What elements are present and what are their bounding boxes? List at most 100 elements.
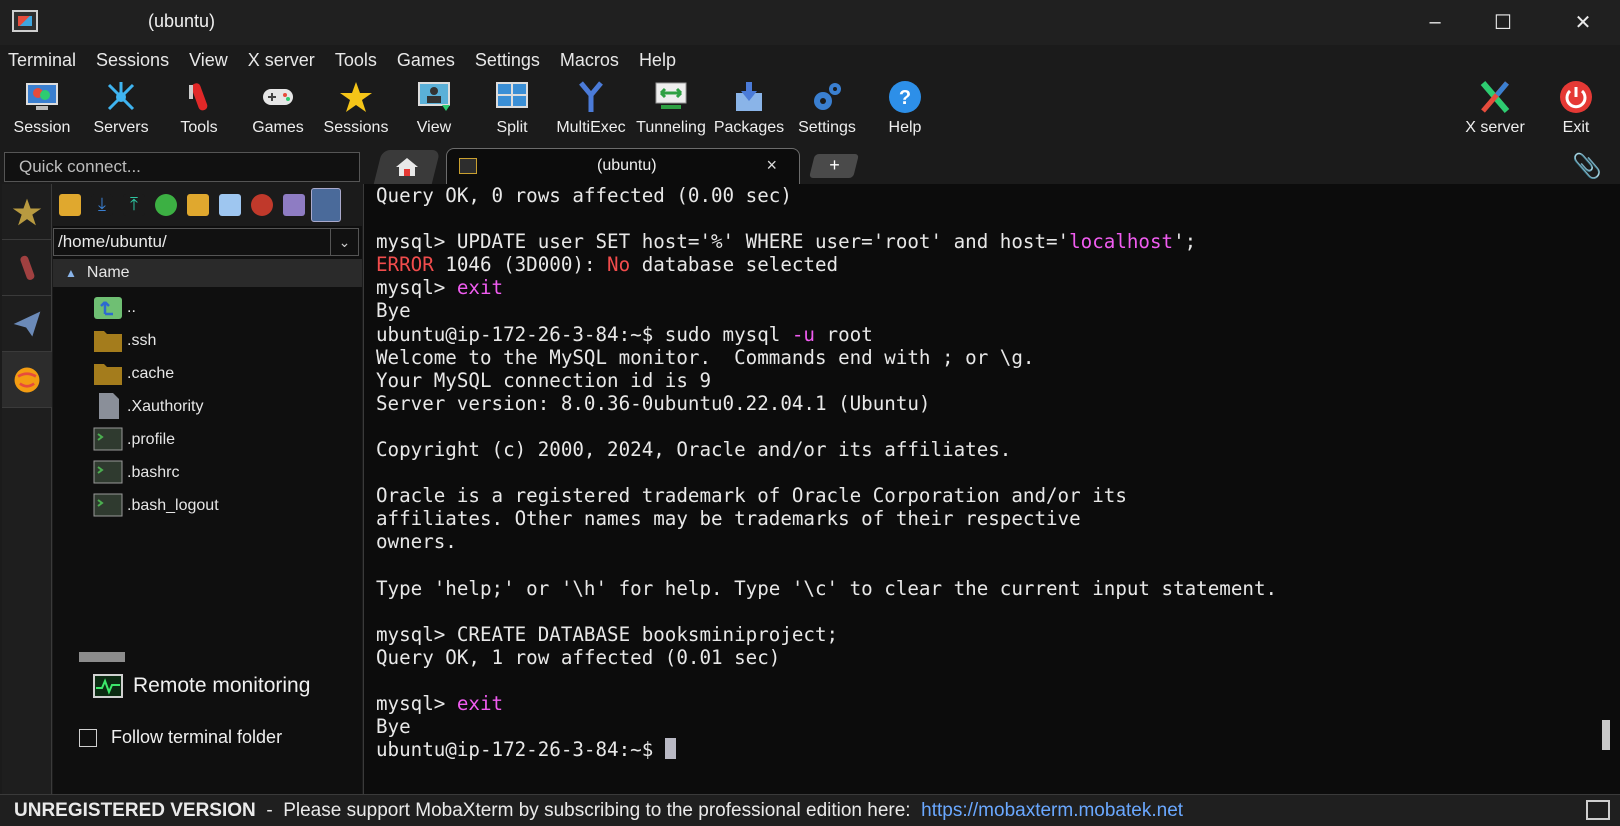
menu-terminal[interactable]: Terminal [8,50,76,71]
close-window-button[interactable]: ✕ [1554,0,1612,45]
servers-icon [107,82,135,111]
tab-close-icon[interactable]: × [766,155,777,176]
new-folder-icon[interactable] [187,194,209,216]
terminal-line: Query OK, 1 row affected (0.01 sec) [376,646,1277,669]
minimize-icon: – [1429,11,1441,33]
view-button[interactable]: View [394,77,474,143]
menu-tools[interactable]: Tools [335,50,377,71]
help-icon: ? [889,81,921,113]
terminal-text: Server version: 8.0.36-0ubuntu0.22.04.1 … [376,391,931,415]
remote-monitoring-button[interactable]: Remote monitoring [93,674,310,698]
terminal-line: affiliates. Other names may be trademark… [376,507,1277,530]
terminal-text: Type 'help;' or '\h' for help. Type '\c'… [376,576,1278,600]
split-button[interactable]: Split [472,77,552,143]
menu-x-server[interactable]: X server [248,50,315,71]
multiexec-icon [579,81,603,112]
parent-folder-icon[interactable] [59,194,81,216]
path-field[interactable]: /home/ubuntu/ ⌄ [53,228,359,256]
chevron-down-icon[interactable]: ⌄ [330,229,358,255]
menu-macros[interactable]: Macros [560,50,619,71]
quick-connect-input[interactable]: Quick connect... [4,152,360,182]
status-separator: - [255,800,284,821]
maximize-button[interactable]: ☐ [1474,0,1532,45]
exit-button[interactable]: Exit [1536,77,1616,143]
menu-help[interactable]: Help [639,50,676,71]
svg-text:?: ? [899,87,911,109]
terminal-text: affiliates. Other names may be trademark… [376,507,1081,531]
packages-button[interactable]: Packages [709,77,789,143]
menu-view[interactable]: View [189,50,228,71]
rename-icon[interactable] [283,194,305,216]
list-item[interactable]: .ssh [53,325,362,358]
tools-sidebar-button[interactable] [2,240,52,296]
view-mode-icon[interactable] [311,188,341,222]
terminal-line: Bye [376,299,1277,322]
paperclip-icon[interactable]: 📎 [1572,152,1602,181]
settings-button[interactable]: Settings [787,77,867,143]
mobaxterm-app-icon[interactable] [12,10,38,32]
multiexec-button[interactable]: MultiExec [551,77,631,143]
tab-ubuntu[interactable]: (ubuntu) × [446,148,800,184]
session-button[interactable]: Session [2,77,82,143]
sftp-browser: ⤓ ⤒ /home/ubuntu/ ⌄ ▲ Name .. .ssh .cache… [53,184,362,794]
monitor-icon[interactable] [1586,800,1610,820]
monitor-icon [93,674,123,698]
list-item[interactable]: .profile [53,424,362,457]
menu-games[interactable]: Games [397,50,455,71]
horizontal-scrollbar[interactable] [79,652,125,662]
terminal-text: mysql> UPDATE user SET host='%' WHERE us… [376,230,1070,254]
script-icon [93,427,123,451]
list-item[interactable]: .cache [53,358,362,391]
sessions-sidebar-button[interactable] [2,184,52,240]
star-icon [12,198,42,225]
follow-terminal-folder-checkbox[interactable]: Follow terminal folder [79,727,282,748]
tunneling-button[interactable]: Tunneling [631,77,711,143]
sessions-button[interactable]: Sessions [316,77,396,143]
terminal-line: ubuntu@ip-172-26-3-84:~$ [376,738,1277,761]
list-item[interactable]: .. [53,292,362,325]
send-icon [13,311,41,336]
servers-button[interactable]: Servers [81,77,161,143]
terminal-text: exit [456,276,504,300]
sftp-sidebar-button[interactable] [2,352,52,408]
plus-icon: + [828,155,840,175]
file-list: .. .ssh .cache .Xauthority .profile .bas… [53,292,362,523]
menu-settings[interactable]: Settings [475,50,540,71]
games-button[interactable]: Games [238,77,318,143]
title-bar: (ubuntu) – ☐ ✕ [0,0,1620,45]
terminal-line: Copyright (c) 2000, 2024, Oracle and/or … [376,438,1277,461]
menu-sessions[interactable]: Sessions [96,50,169,71]
new-tab-button[interactable]: + [809,154,859,178]
checkbox[interactable] [79,728,97,747]
minimize-button[interactable]: – [1406,0,1464,45]
help-button[interactable]: ? Help [865,77,945,143]
list-item[interactable]: .bash_logout [53,490,362,523]
name-column-header[interactable]: ▲ Name [53,259,362,287]
terminal-line: mysql> exit [376,692,1277,715]
new-file-icon[interactable] [219,194,241,216]
parent-folder-icon [94,297,122,319]
tools-button[interactable]: Tools [159,77,239,143]
script-icon [93,460,123,484]
home-tab[interactable] [373,150,441,184]
terminal-text: localhost [1069,230,1174,254]
mobatek-link[interactable]: https://mobaxterm.mobatek.net [921,800,1183,821]
refresh-icon[interactable] [155,194,177,216]
gamepad-icon [263,89,293,105]
list-item[interactable]: .bashrc [53,457,362,490]
terminal-text: 1046 (3D000): [433,253,608,277]
terminal-view[interactable]: Query OK, 0 rows affected (0.00 sec) mysq… [363,184,1620,794]
download-icon[interactable]: ⤓ [91,194,113,216]
terminal-line: mysql> UPDATE user SET host='%' WHERE us… [376,230,1277,253]
list-item[interactable]: .Xauthority [53,391,362,424]
unregistered-label: UNREGISTERED VERSION [14,800,256,821]
upload-icon[interactable]: ⤒ [123,194,145,216]
terminal-line: mysql> CREATE DATABASE booksminiproject; [376,623,1277,646]
macros-sidebar-button[interactable] [2,296,52,352]
xserver-button[interactable]: X server [1455,77,1535,143]
vertical-scrollbar[interactable] [1602,720,1610,750]
view-icon [418,82,450,111]
terminal-text: mysql> CREATE DATABASE booksminiproject; [376,622,839,646]
delete-icon[interactable] [251,194,273,216]
